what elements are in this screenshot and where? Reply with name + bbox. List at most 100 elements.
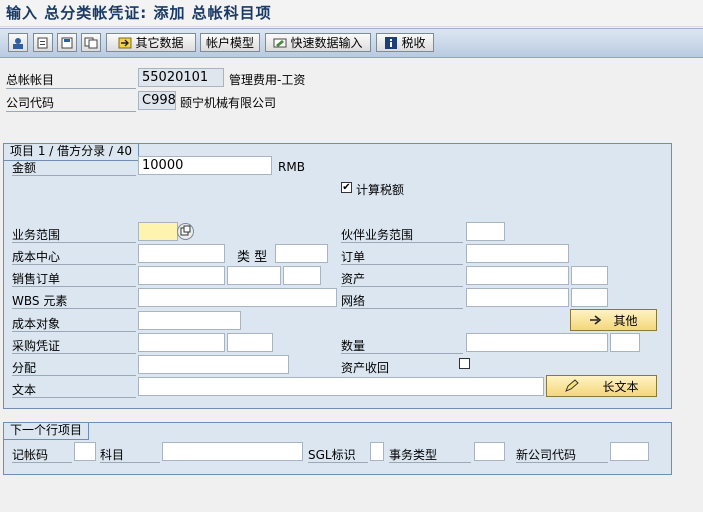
partner-ba-label: 伙伴业务范围 xyxy=(341,228,414,242)
fast-entry-label: 快速数据输入 xyxy=(290,36,363,50)
gl-account-description: 管理费用-工资 xyxy=(229,73,306,87)
text-underline xyxy=(12,397,136,398)
purchasing-doc-label: 采购凭证 xyxy=(12,339,61,353)
sales-order-label: 销售订单 xyxy=(12,272,61,286)
copy-button[interactable] xyxy=(81,33,101,52)
sgl-indicator-underline xyxy=(308,462,368,463)
type-input[interactable] xyxy=(275,244,328,263)
transaction-type-input[interactable] xyxy=(474,442,505,461)
fast-entry-button[interactable]: 快速数据输入 xyxy=(265,33,371,52)
transaction-type-underline xyxy=(389,462,471,463)
company-code-field[interactable]: C998 xyxy=(138,91,176,110)
account-label: 科目 xyxy=(100,448,125,462)
tax-label: 税收 xyxy=(401,36,426,50)
arrow-right-icon xyxy=(590,315,602,325)
quantity-label: 数量 xyxy=(341,339,366,353)
cost-center-label: 成本中心 xyxy=(12,250,61,264)
wbs-underline xyxy=(12,308,136,309)
network-underline xyxy=(341,308,463,309)
gl-account-field[interactable]: 55020101 xyxy=(138,68,224,87)
calc-tax-label: 计算税额 xyxy=(356,183,405,197)
assignment-label: 分配 xyxy=(12,361,37,375)
document-edit-button[interactable] xyxy=(33,33,53,52)
more-button[interactable]: 其他 xyxy=(570,309,657,331)
wbs-input[interactable] xyxy=(138,288,337,307)
value-help-icon xyxy=(180,225,191,236)
text-input[interactable] xyxy=(138,377,544,396)
amount-underline xyxy=(12,175,136,176)
info-icon xyxy=(385,36,398,49)
document-save-button[interactable] xyxy=(57,33,77,52)
gl-account-underline xyxy=(6,88,136,89)
network-activity-input[interactable] xyxy=(571,288,608,307)
sales-order-input[interactable] xyxy=(138,266,225,285)
sales-order-underline xyxy=(12,286,136,287)
tax-button[interactable]: 税收 xyxy=(376,33,434,52)
other-data-label: 其它数据 xyxy=(135,36,184,50)
asset-subnumber-input[interactable] xyxy=(571,266,608,285)
document-save-icon xyxy=(61,37,73,48)
value-help-button[interactable] xyxy=(177,223,194,240)
new-company-code-label: 新公司代码 xyxy=(516,448,577,462)
amount-label: 金额 xyxy=(12,161,37,175)
transaction-type-label: 事务类型 xyxy=(389,448,438,462)
partner-ba-input[interactable] xyxy=(466,222,505,241)
new-company-code-input[interactable] xyxy=(610,442,649,461)
calc-tax-checkbox[interactable]: ✔ xyxy=(341,182,352,193)
purchasing-doc-input[interactable] xyxy=(138,333,225,352)
amount-input[interactable]: 10000 xyxy=(138,156,272,175)
company-code-description: 颐宁机械有限公司 xyxy=(180,96,277,110)
account-model-button[interactable]: 帐户模型 xyxy=(200,33,260,52)
fast-entry-icon xyxy=(273,38,287,47)
network-label: 网络 xyxy=(341,294,366,308)
more-label: 其他 xyxy=(613,313,638,328)
sgl-indicator-input[interactable] xyxy=(370,442,384,461)
window-title-bar: 输入 总分类帐凭证: 添加 总帐科目项 xyxy=(0,0,703,27)
gl-account-label: 总帐帐目 xyxy=(6,73,55,87)
posting-key-underline xyxy=(12,462,72,463)
long-text-button[interactable]: 长文本 xyxy=(546,375,657,397)
assignment-underline xyxy=(12,375,136,376)
asset-retirement-label: 资产收回 xyxy=(341,361,390,375)
business-area-underline xyxy=(12,242,136,243)
arrow-right-icon xyxy=(118,37,132,48)
network-input[interactable] xyxy=(466,288,569,307)
partner-ba-underline xyxy=(341,242,463,243)
text-label: 文本 xyxy=(12,383,37,397)
unit-input[interactable] xyxy=(610,333,640,352)
purchasing-doc-underline xyxy=(12,353,136,354)
asset-retirement-checkbox[interactable] xyxy=(459,358,470,369)
business-area-label: 业务范围 xyxy=(12,228,61,242)
posting-key-input[interactable] xyxy=(74,442,96,461)
purchasing-item-input[interactable] xyxy=(227,333,273,352)
currency-label: RMB xyxy=(278,160,305,174)
type-label: 类 型 xyxy=(237,250,268,265)
page-title: 输入 总分类帐凭证: 添加 总帐科目项 xyxy=(6,4,272,22)
cost-center-underline xyxy=(12,264,136,265)
cost-object-input[interactable] xyxy=(138,311,241,330)
asset-label: 资产 xyxy=(341,272,366,286)
quantity-input[interactable] xyxy=(466,333,608,352)
next-item-group-title: 下一个行项目 xyxy=(3,422,90,440)
person-icon xyxy=(13,37,23,49)
posting-key-label: 记帐码 xyxy=(12,448,49,462)
order-underline xyxy=(341,264,463,265)
sales-order-schedule-input[interactable] xyxy=(283,266,321,285)
sales-order-item-input[interactable] xyxy=(227,266,281,285)
sgl-indicator-label: SGL标识 xyxy=(308,448,356,462)
other-data-button[interactable]: 其它数据 xyxy=(106,33,196,52)
quantity-underline xyxy=(341,353,463,354)
asset-input[interactable] xyxy=(466,266,569,285)
cost-object-label: 成本对象 xyxy=(12,317,61,331)
account-model-label: 帐户模型 xyxy=(205,36,254,50)
copy-icon xyxy=(84,37,98,48)
cost-center-input[interactable] xyxy=(138,244,225,263)
business-area-input[interactable] xyxy=(138,222,178,241)
assignment-input[interactable] xyxy=(138,355,289,374)
new-company-code-underline xyxy=(516,462,608,463)
company-code-label: 公司代码 xyxy=(6,96,55,110)
person-icon-button[interactable] xyxy=(8,33,28,52)
order-input[interactable] xyxy=(466,244,569,263)
pencil-icon xyxy=(565,379,580,392)
account-input[interactable] xyxy=(162,442,303,461)
